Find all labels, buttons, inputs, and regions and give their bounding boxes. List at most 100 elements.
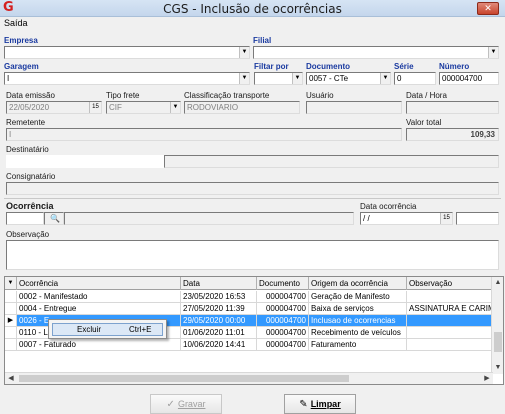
context-menu-label: Excluir xyxy=(77,325,102,334)
data-ocorrencia-value: / / xyxy=(363,214,370,223)
vertical-scrollbar[interactable]: ▲ ▼ xyxy=(491,277,503,374)
classificacao-label: Classificação transporte xyxy=(184,91,270,100)
serie-label: Série xyxy=(394,62,414,71)
cell-documento: 000004700 xyxy=(257,303,309,315)
current-row-arrow-icon: ▶ xyxy=(5,315,17,327)
data-emissao-label: Data emissão xyxy=(6,91,55,100)
context-menu-excluir[interactable]: Excluir Ctrl+E xyxy=(52,323,163,336)
tipo-frete-value: CIF xyxy=(109,103,122,112)
consignatario-label: Consignatário xyxy=(6,172,56,181)
cell-origem: Recebimento de veículos xyxy=(309,327,407,339)
column-header[interactable]: Data xyxy=(181,277,257,290)
context-menu: Excluir Ctrl+E xyxy=(48,319,167,339)
destinatario-detail xyxy=(164,155,499,168)
scroll-right-icon[interactable]: ▶ xyxy=(481,373,493,384)
cell-origem: Inclusao de ocorrencias xyxy=(309,315,407,327)
cell-observacao xyxy=(407,327,495,339)
chevron-down-icon[interactable]: ▼ xyxy=(292,73,302,84)
menu-saida[interactable]: Saída xyxy=(4,18,28,28)
menu-bar: Saída xyxy=(0,17,505,31)
chevron-down-icon[interactable]: ▼ xyxy=(239,47,249,58)
table-header: ▼ Ocorrência Data Documento Origem da oc… xyxy=(5,277,503,290)
binoculars-icon[interactable]: 🔍 xyxy=(44,212,64,225)
scroll-thumb[interactable] xyxy=(19,375,349,382)
numero-label: Número xyxy=(439,62,470,71)
ocorrencia-description xyxy=(64,212,354,225)
column-header[interactable]: Ocorrência xyxy=(17,277,181,290)
limpar-button[interactable]: ✎ Limpar xyxy=(284,394,356,414)
row-indicator xyxy=(5,291,17,303)
horizontal-scrollbar[interactable]: ◀ ▶ xyxy=(5,372,493,384)
numero-field[interactable]: 000004700 xyxy=(439,72,499,85)
usuario-label: Usuário xyxy=(306,91,334,100)
filial-label: Filial xyxy=(253,36,272,45)
documento-value: 0057 - CTe xyxy=(309,74,349,83)
cell-ocorrencia: 0002 - Manifestado xyxy=(17,291,181,303)
title-bar: G CGS - Inclusão de ocorrências ✕ xyxy=(0,0,505,17)
calendar-icon: 15 xyxy=(89,102,101,113)
observacao-textarea[interactable] xyxy=(6,240,499,270)
close-button[interactable]: ✕ xyxy=(477,2,499,15)
cell-documento: 000004700 xyxy=(257,327,309,339)
table-row[interactable]: 0002 - Manifestado 23/05/2020 16:53 0000… xyxy=(5,291,495,303)
chevron-down-icon[interactable]: ▼ xyxy=(239,73,249,84)
chevron-down-icon[interactable]: ▼ xyxy=(380,73,390,84)
row-indicator xyxy=(5,339,17,351)
empresa-select[interactable]: ▼ xyxy=(4,46,250,59)
garagem-label: Garagem xyxy=(4,62,39,71)
filial-select[interactable]: ▼ xyxy=(253,46,499,59)
data-ocorrencia-field[interactable]: / / 15 xyxy=(360,212,453,225)
observacao-label: Observação xyxy=(6,230,50,239)
ocorrencia-label: Ocorrência xyxy=(6,201,54,211)
consignatario-field xyxy=(6,182,499,195)
empresa-label: Empresa xyxy=(4,36,38,45)
usuario-field xyxy=(306,101,402,114)
garagem-select[interactable]: I ▼ xyxy=(4,72,250,85)
column-header[interactable]: Observação xyxy=(407,277,495,290)
limpar-label: Limpar xyxy=(310,399,341,409)
data-hora-field xyxy=(406,101,499,114)
destinatario-field xyxy=(6,155,164,168)
row-indicator xyxy=(5,327,17,339)
checkmark-icon: ✓ xyxy=(166,399,175,410)
cell-ocorrencia: 0007 - Faturado xyxy=(17,339,181,351)
gravar-button[interactable]: ✓ Gravar xyxy=(150,394,222,414)
cell-documento: 000004700 xyxy=(257,291,309,303)
chevron-down-icon[interactable]: ▼ xyxy=(488,47,498,58)
table-row[interactable]: 0004 - Entregue 27/05/2020 11:39 0000047… xyxy=(5,303,495,315)
cell-data: 23/05/2020 16:53 xyxy=(181,291,257,303)
data-emissao-value: 22/05/2020 xyxy=(9,103,50,112)
destinatario-label: Destinatário xyxy=(6,145,49,154)
scroll-thumb[interactable] xyxy=(494,332,502,352)
scroll-down-icon[interactable]: ▼ xyxy=(492,362,503,374)
hora-ocorrencia-field[interactable] xyxy=(456,212,499,225)
cell-data: 01/06/2020 11:01 xyxy=(181,327,257,339)
column-header[interactable]: Origem da ocorrência xyxy=(309,277,407,290)
cell-origem: Baixa de serviços xyxy=(309,303,407,315)
table-row[interactable]: 0007 - Faturado 10/06/2020 14:41 0000047… xyxy=(5,339,495,351)
valor-total-field: 109,33 xyxy=(406,128,499,141)
serie-field[interactable]: 0 xyxy=(394,72,436,85)
filtrar-por-select[interactable]: ▼ xyxy=(254,72,303,85)
data-emissao-field: 22/05/2020 15 xyxy=(6,101,102,114)
eraser-icon: ✎ xyxy=(299,399,308,410)
ocorrencia-code-field[interactable] xyxy=(6,212,44,225)
scroll-up-icon[interactable]: ▲ xyxy=(492,277,503,289)
cell-origem: Geração de Manifesto xyxy=(309,291,407,303)
column-header[interactable]: Documento xyxy=(257,277,309,290)
window-title: CGS - Inclusão de ocorrências xyxy=(163,2,342,16)
remetente-label: Remetente xyxy=(6,118,46,127)
cell-documento: 000004700 xyxy=(257,315,309,327)
row-indicator xyxy=(5,303,17,315)
remetente-field: I xyxy=(6,128,402,141)
scroll-left-icon[interactable]: ◀ xyxy=(5,373,17,384)
documento-select[interactable]: 0057 - CTe ▼ xyxy=(306,72,391,85)
cell-observacao xyxy=(407,291,495,303)
calendar-icon[interactable]: 15 xyxy=(440,213,452,224)
cell-data: 27/05/2020 11:39 xyxy=(181,303,257,315)
divider xyxy=(4,198,501,199)
cell-data: 29/05/2020 00:00 xyxy=(181,315,257,327)
data-ocorrencia-label: Data ocorrência xyxy=(360,202,417,211)
cell-data: 10/06/2020 14:41 xyxy=(181,339,257,351)
sort-indicator-icon: ▼ xyxy=(5,277,17,290)
